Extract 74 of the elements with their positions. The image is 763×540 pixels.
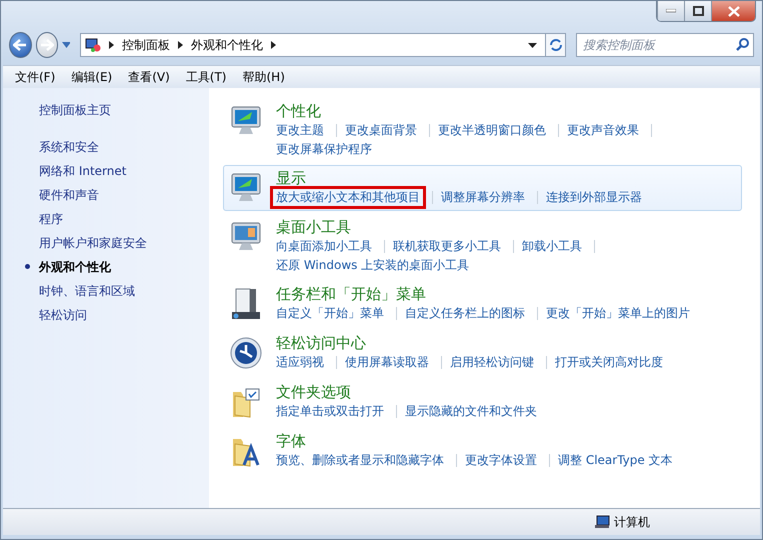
task-link[interactable]: 使用屏幕读取器 <box>341 353 433 372</box>
task-link[interactable]: 更改主题 <box>272 121 328 140</box>
task-link[interactable]: 更改声音效果 <box>563 121 643 140</box>
task-link[interactable]: 自定义「开始」菜单 <box>272 304 388 323</box>
sidebar-item[interactable]: 外观和个性化 <box>23 259 111 276</box>
task-link[interactable]: 更改「开始」菜单上的图片 <box>542 304 694 323</box>
task-link[interactable]: 联机获取更多小工具 <box>389 237 505 256</box>
task-link[interactable]: 更改字体设置 <box>461 451 541 470</box>
breadcrumb-item[interactable]: 控制面板 <box>122 36 170 54</box>
sidebar-home-link[interactable]: 控制面板主页 <box>39 102 209 119</box>
arrow-right-icon <box>40 39 54 51</box>
task-link[interactable]: 更改屏幕保护程序 <box>272 140 376 159</box>
sidebar-item[interactable]: 硬件和声音 <box>39 187 99 204</box>
task-link[interactable]: 连接到外部显示器 <box>542 188 646 207</box>
folder-icon <box>230 386 262 418</box>
monitor-icon <box>230 105 262 137</box>
minimize-icon <box>666 9 676 13</box>
category-title[interactable]: 桌面小工具 <box>276 217 603 237</box>
search-icon[interactable] <box>736 38 749 51</box>
maximize-icon <box>692 6 704 16</box>
chevron-right-icon[interactable] <box>271 41 276 49</box>
chevron-right-icon[interactable] <box>178 41 184 49</box>
task-link[interactable]: 放大或缩小文本和其他项目 <box>272 188 424 207</box>
taskbar-icon <box>230 288 262 320</box>
task-link[interactable]: 更改半透明窗口颜色 <box>434 121 550 140</box>
category-title[interactable]: 文件夹选项 <box>276 382 541 402</box>
task-link[interactable]: 调整屏幕分辨率 <box>437 188 529 207</box>
task-link[interactable]: 自定义任务栏上的图标 <box>401 304 529 323</box>
search-field[interactable]: 搜索控制面板 <box>576 33 754 57</box>
forward-button[interactable] <box>36 32 58 58</box>
sidebar-item[interactable]: 程序 <box>39 211 63 228</box>
sidebar-item[interactable]: 系统和安全 <box>39 139 99 156</box>
maximize-button[interactable] <box>684 1 711 21</box>
task-link[interactable]: 指定单击或双击打开 <box>272 402 388 421</box>
arrow-left-icon <box>13 39 28 51</box>
category-title[interactable]: 显示 <box>276 168 646 188</box>
task-link[interactable]: 适应弱视 <box>272 353 328 372</box>
menu-item[interactable]: 编辑(E) <box>65 66 118 88</box>
task-link[interactable]: 显示隐藏的文件和文件夹 <box>401 402 541 421</box>
close-button[interactable] <box>711 1 755 21</box>
chevron-right-icon[interactable] <box>109 41 114 49</box>
category-title[interactable]: 轻松访问中心 <box>276 333 667 353</box>
back-button[interactable] <box>9 32 32 58</box>
sidebar-item[interactable]: 用户帐户和家庭安全 <box>39 235 147 252</box>
task-link[interactable]: 卸载小工具 <box>518 237 586 256</box>
sidebar-item[interactable]: 轻松访问 <box>39 307 87 324</box>
monitor-icon <box>230 221 262 253</box>
address-bar[interactable]: 控制面板 外观和个性化 <box>80 33 546 57</box>
monitor-icon <box>230 172 262 204</box>
category-title[interactable]: 任务栏和「开始」菜单 <box>276 284 694 304</box>
task-link[interactable]: 启用轻松访问键 <box>446 353 538 372</box>
task-link[interactable]: 预览、删除或者显示和隐藏字体 <box>272 451 448 470</box>
refresh-button[interactable] <box>545 33 566 57</box>
breadcrumb-item[interactable]: 外观和个性化 <box>191 36 264 54</box>
status-location: 计算机 <box>614 514 650 530</box>
menu-item[interactable]: 帮助(H) <box>236 66 291 88</box>
task-link[interactable]: 调整 ClearType 文本 <box>554 451 677 470</box>
accessibility-icon <box>230 337 262 369</box>
category-title[interactable]: 个性化 <box>276 101 660 121</box>
dropdown-arrow-icon[interactable] <box>528 42 538 48</box>
sidebar-item[interactable]: 时钟、语言和区域 <box>39 283 135 300</box>
refresh-icon <box>548 38 563 52</box>
close-icon <box>728 6 740 16</box>
task-link[interactable]: 向桌面添加小工具 <box>272 237 376 256</box>
menu-item[interactable]: 文件(F) <box>9 66 62 88</box>
menu-item[interactable]: 工具(T) <box>180 66 232 88</box>
task-link[interactable]: 更改桌面背景 <box>341 121 421 140</box>
computer-icon <box>594 515 610 529</box>
category-title[interactable]: 字体 <box>276 431 677 451</box>
menu-item[interactable]: 查看(V) <box>122 66 176 88</box>
task-link[interactable]: 还原 Windows 上安装的桌面小工具 <box>272 256 474 275</box>
control-panel-icon <box>85 38 102 52</box>
task-link[interactable]: 打开或关闭高对比度 <box>551 353 667 372</box>
sidebar-item[interactable]: 网络和 Internet <box>39 163 126 180</box>
